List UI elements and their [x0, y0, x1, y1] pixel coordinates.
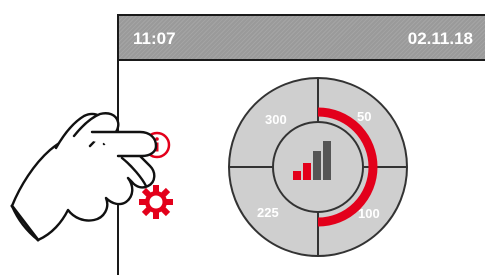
label-top-right: 50 — [357, 109, 371, 124]
gear-icon[interactable] — [137, 183, 175, 221]
label-top-left: 300 — [265, 112, 287, 127]
label-bottom-left: 225 — [257, 205, 279, 220]
info-icon[interactable] — [141, 129, 173, 161]
status-time: 11:07 — [133, 29, 176, 48]
label-bottom-right: 100 — [358, 206, 380, 221]
status-bar: 11:07 02.11.18 — [119, 16, 485, 61]
status-date: 02.11.18 — [407, 29, 473, 48]
